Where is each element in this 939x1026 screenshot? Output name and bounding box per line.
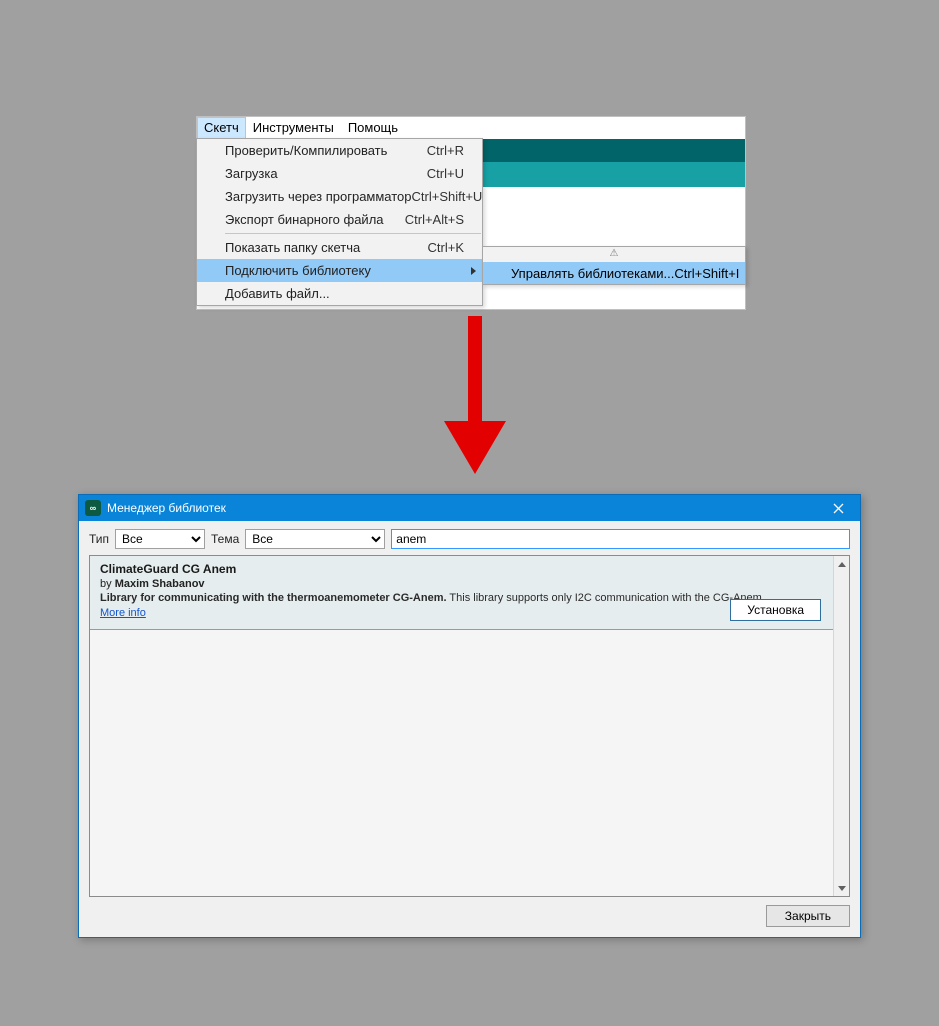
menu-item-include-library[interactable]: Подключить библиотеку (197, 259, 482, 282)
red-arrow-icon (440, 316, 510, 476)
submenu-warning-icon: ⚠ (483, 247, 745, 262)
menu-sketch[interactable]: Скетч (197, 117, 246, 139)
menu-item-upload[interactable]: Загрузка Ctrl+U (197, 162, 482, 185)
ide-teal-bar (483, 139, 745, 162)
menu-item-export-bin[interactable]: Экспорт бинарного файла Ctrl+Alt+S (197, 208, 482, 231)
menubar: Скетч Инструменты Помощь (197, 117, 745, 139)
scroll-up-button[interactable] (834, 556, 849, 572)
ide-teal-bar-2 (483, 162, 745, 187)
menu-item-label: Добавить файл... (225, 286, 482, 301)
menu-item-add-file[interactable]: Добавить файл... (197, 282, 482, 305)
type-select[interactable]: Все (115, 529, 205, 549)
dialog-footer: Закрыть (79, 897, 860, 937)
dialog-title: Менеджер библиотек (107, 501, 816, 515)
library-title: ClimateGuard CG Anem (100, 562, 823, 576)
close-button[interactable] (816, 495, 860, 521)
menu-tools[interactable]: Инструменты (246, 117, 341, 139)
install-button[interactable]: Установка (730, 599, 821, 621)
close-dialog-button[interactable]: Закрыть (766, 905, 850, 927)
theme-select[interactable]: Все (245, 529, 385, 549)
menu-separator (225, 233, 481, 234)
titlebar[interactable]: ∞ Менеджер библиотек (79, 495, 860, 521)
submenu-arrow-icon (471, 267, 476, 275)
theme-label: Тема (211, 532, 239, 546)
library-manager-dialog: ∞ Менеджер библиотек Тип Все Тема Все Cl… (78, 494, 861, 938)
library-item[interactable]: ClimateGuard CG Anem by Maxim Shabanov L… (90, 556, 833, 630)
include-library-submenu: ⚠ Управлять библиотеками... Ctrl+Shift+I (482, 246, 746, 285)
menu-item-shortcut: Ctrl+Alt+S (405, 212, 482, 227)
scrollbar[interactable] (833, 556, 849, 896)
menu-item-label: Загрузка (225, 166, 427, 181)
filter-toolbar: Тип Все Тема Все (79, 521, 860, 555)
menu-item-shortcut: Ctrl+Shift+I (674, 266, 749, 281)
menu-item-shortcut: Ctrl+K (428, 240, 482, 255)
menu-item-label: Показать папку скетча (225, 240, 428, 255)
menu-item-label: Экспорт бинарного файла (225, 212, 405, 227)
menu-item-manage-libraries[interactable]: Управлять библиотеками... Ctrl+Shift+I (483, 262, 745, 284)
menu-item-label: Подключить библиотеку (225, 263, 482, 278)
menu-item-shortcut: Ctrl+R (427, 143, 482, 158)
scroll-down-button[interactable] (834, 880, 849, 896)
menu-item-label: Управлять библиотеками... (511, 266, 674, 281)
menu-item-label: Загрузить через программатор (225, 189, 412, 204)
menu-item-show-folder[interactable]: Показать папку скетча Ctrl+K (197, 236, 482, 259)
menu-item-shortcut: Ctrl+U (427, 166, 482, 181)
menu-item-verify[interactable]: Проверить/Компилировать Ctrl+R (197, 139, 482, 162)
library-description: Library for communicating with the therm… (100, 591, 823, 606)
menu-item-shortcut: Ctrl+Shift+U (412, 189, 501, 204)
arduino-icon: ∞ (85, 500, 101, 516)
menu-item-label: Проверить/Компилировать (225, 143, 427, 158)
sketch-dropdown: Проверить/Компилировать Ctrl+R Загрузка … (196, 138, 483, 306)
library-author: by Maxim Shabanov (100, 578, 823, 590)
close-icon (833, 503, 844, 514)
menu-help[interactable]: Помощь (341, 117, 405, 139)
search-input[interactable] (391, 529, 850, 549)
results-panel: ClimateGuard CG Anem by Maxim Shabanov L… (89, 555, 850, 897)
more-info-link[interactable]: More info (100, 607, 146, 619)
results-empty-area (90, 630, 833, 896)
type-label: Тип (89, 532, 109, 546)
menu-item-upload-programmer[interactable]: Загрузить через программатор Ctrl+Shift+… (197, 185, 482, 208)
